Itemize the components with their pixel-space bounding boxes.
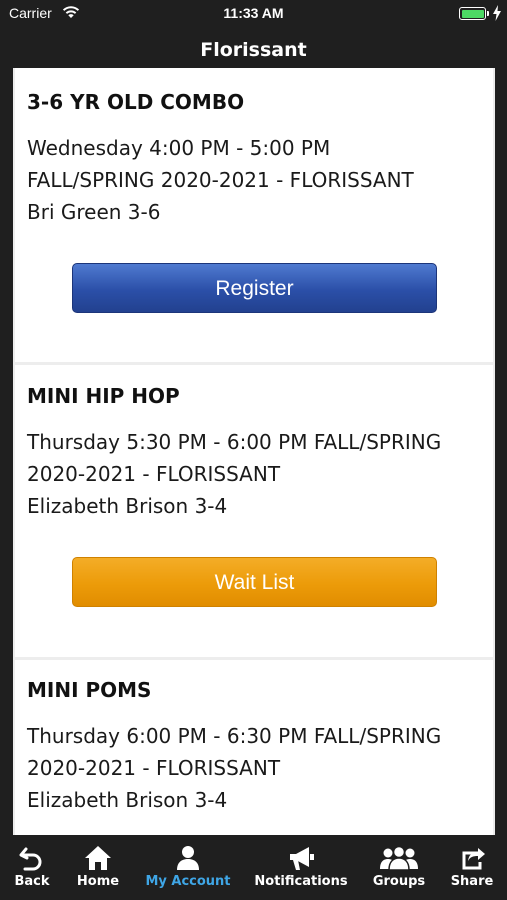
tab-label: Home <box>76 874 120 889</box>
clock: 11:33 AM <box>223 5 284 21</box>
class-card: MINI POMS Thursday 6:00 PM - 6:30 PM FAL… <box>15 660 493 835</box>
navigation-bar: Florissant <box>0 28 507 68</box>
class-instructor: Bri Green 3-6 <box>27 200 161 224</box>
tab-label: My Account <box>145 874 231 889</box>
person-icon <box>177 846 199 870</box>
battery-tip <box>487 11 489 16</box>
group-icon <box>380 845 418 871</box>
tab-share[interactable]: Share <box>440 835 504 900</box>
class-session: FALL/SPRING 2020-2021 - FLORISSANT <box>27 168 414 192</box>
class-title: MINI HIP HOP <box>27 384 180 408</box>
class-instructor: Elizabeth Brison 3-4 <box>27 494 228 518</box>
tab-bar: Back Home My Account Notifications Group… <box>0 835 507 900</box>
tab-label: Share <box>450 874 494 889</box>
battery-icon <box>459 7 486 20</box>
class-schedule: Thursday 5:30 PM - 6:00 PM FALL/SPRING <box>27 430 442 454</box>
share-icon <box>462 848 485 870</box>
charging-bolt-icon <box>493 5 501 21</box>
tab-home[interactable]: Home <box>64 835 132 900</box>
class-title: 3-6 YR OLD COMBO <box>27 90 245 114</box>
class-list[interactable]: 3-6 YR OLD COMBO Wednesday 4:00 PM - 5:0… <box>0 68 507 835</box>
class-list-panel: 3-6 YR OLD COMBO Wednesday 4:00 PM - 5:0… <box>13 68 495 835</box>
wait-list-button[interactable]: Wait List <box>72 557 437 607</box>
tab-back[interactable]: Back <box>0 835 64 900</box>
class-title: MINI POMS <box>27 678 152 702</box>
tab-notifications[interactable]: Notifications <box>244 835 358 900</box>
class-card: 3-6 YR OLD COMBO Wednesday 4:00 PM - 5:0… <box>15 68 493 362</box>
class-schedule: Thursday 6:00 PM - 6:30 PM FALL/SPRING <box>27 724 442 748</box>
tab-label: Back <box>14 874 50 889</box>
tab-label: Groups <box>372 874 426 889</box>
class-session: 2020-2021 - FLORISSANT <box>27 756 281 780</box>
status-bar: Carrier 11:33 AM <box>0 0 507 28</box>
tab-label: Notifications <box>254 874 348 889</box>
home-icon <box>85 846 111 870</box>
back-arrow-icon <box>19 847 42 871</box>
tab-my-account[interactable]: My Account <box>132 835 244 900</box>
megaphone-icon <box>290 847 314 870</box>
class-session: 2020-2021 - FLORISSANT <box>27 462 281 486</box>
tab-groups[interactable]: Groups <box>358 835 440 900</box>
class-card: MINI HIP HOP Thursday 5:30 PM - 6:00 PM … <box>15 365 493 657</box>
class-instructor: Elizabeth Brison 3-4 <box>27 788 228 812</box>
register-button[interactable]: Register <box>72 263 437 313</box>
class-schedule: Wednesday 4:00 PM - 5:00 PM <box>27 136 331 160</box>
page-title: Florissant <box>200 39 307 61</box>
